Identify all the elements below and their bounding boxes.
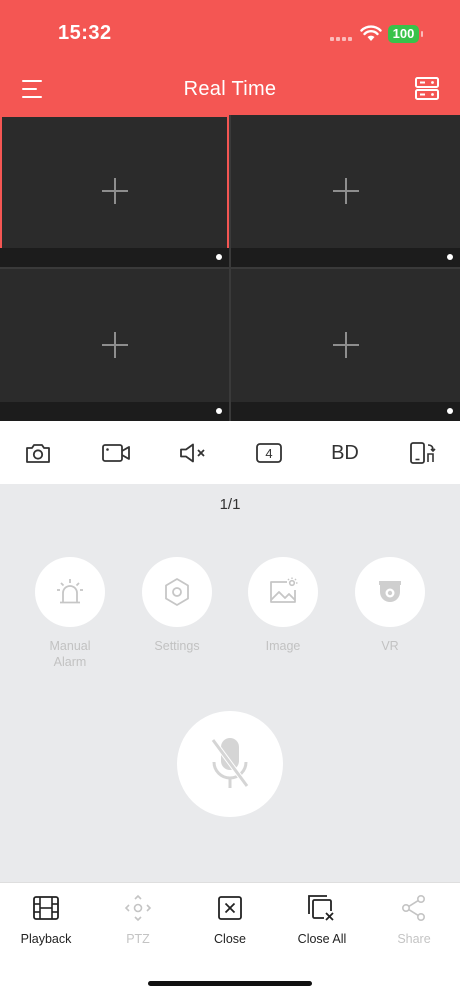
- video-cell-2[interactable]: [231, 115, 460, 267]
- close-all-button[interactable]: Close All: [276, 893, 368, 946]
- video-record-icon: [102, 444, 130, 462]
- split-screen-button[interactable]: 4: [254, 439, 284, 467]
- status-time: 15:32: [58, 22, 112, 44]
- wifi-icon: [360, 25, 382, 41]
- alarm-icon: [57, 579, 83, 604]
- header: 15:32 100 Real Time: [0, 0, 460, 115]
- video-cell-3[interactable]: [0, 269, 229, 421]
- cellular-signal-icon: [330, 37, 354, 43]
- close-all-icon: [308, 895, 335, 921]
- close-label: Close: [214, 932, 246, 946]
- status-dot: [447, 254, 453, 260]
- settings-button[interactable]: Settings: [142, 557, 212, 654]
- home-indicator: [148, 981, 312, 986]
- vr-button[interactable]: VR: [355, 557, 425, 654]
- split-count-icon: 4: [256, 443, 282, 463]
- page-indicator: 1/1: [219, 496, 241, 513]
- record-button[interactable]: [101, 439, 131, 467]
- vr-camera-icon: [379, 581, 401, 602]
- video-grid: [0, 115, 460, 421]
- vr-label: VR: [381, 639, 399, 653]
- split-count: 4: [265, 446, 272, 461]
- microphone-muted-icon: [210, 738, 250, 788]
- film-icon: [33, 896, 59, 920]
- battery-indicator: 100: [388, 25, 423, 43]
- playback-label: Playback: [20, 932, 72, 946]
- video-cell-1[interactable]: [0, 115, 229, 267]
- fullscreen-rotate-button[interactable]: [407, 439, 437, 467]
- cell-status-bar: [0, 248, 229, 267]
- rotate-screen-icon: [410, 442, 436, 464]
- image-icon: [270, 577, 298, 603]
- ptz-label: PTZ: [126, 932, 150, 946]
- share-label: Share: [397, 932, 431, 946]
- bottom-nav: Playback PTZ Close Close All Share: [0, 882, 460, 997]
- cell-status-bar: [0, 402, 229, 421]
- manual-alarm-label: Manual Alarm: [49, 639, 91, 669]
- add-camera-icon[interactable]: [101, 178, 128, 204]
- status-dot: [447, 408, 453, 414]
- settings-label: Settings: [154, 639, 200, 653]
- quality-button[interactable]: BD: [330, 439, 360, 467]
- camera-icon: [26, 444, 50, 463]
- close-button[interactable]: Close: [184, 893, 276, 946]
- share-icon: [401, 894, 425, 921]
- video-cell-4[interactable]: [231, 269, 460, 421]
- add-camera-icon[interactable]: [101, 332, 128, 358]
- add-camera-icon[interactable]: [332, 178, 359, 204]
- status-dot: [216, 408, 222, 414]
- speaker-mute-icon: [180, 443, 205, 463]
- manual-alarm-button[interactable]: Manual Alarm: [35, 557, 105, 670]
- cell-status-bar: [231, 402, 460, 421]
- playback-toolbar: 4 BD: [0, 421, 460, 484]
- snapshot-button[interactable]: [23, 439, 53, 467]
- add-camera-icon[interactable]: [332, 332, 359, 358]
- share-button[interactable]: Share: [368, 893, 460, 946]
- ptz-icon: [124, 894, 152, 922]
- image-label: Image: [265, 639, 301, 653]
- mute-button[interactable]: [178, 439, 208, 467]
- ptz-button[interactable]: PTZ: [92, 893, 184, 946]
- device-list-icon[interactable]: [414, 76, 440, 102]
- page-title: Real Time: [183, 78, 277, 100]
- close-all-label: Close All: [297, 932, 347, 946]
- close-icon: [218, 896, 242, 920]
- image-button[interactable]: Image: [248, 557, 318, 654]
- cell-status-bar: [231, 248, 460, 267]
- status-dot: [216, 254, 222, 260]
- settings-icon: [165, 578, 189, 606]
- talk-button[interactable]: [177, 711, 283, 817]
- playback-button[interactable]: Playback: [0, 893, 92, 946]
